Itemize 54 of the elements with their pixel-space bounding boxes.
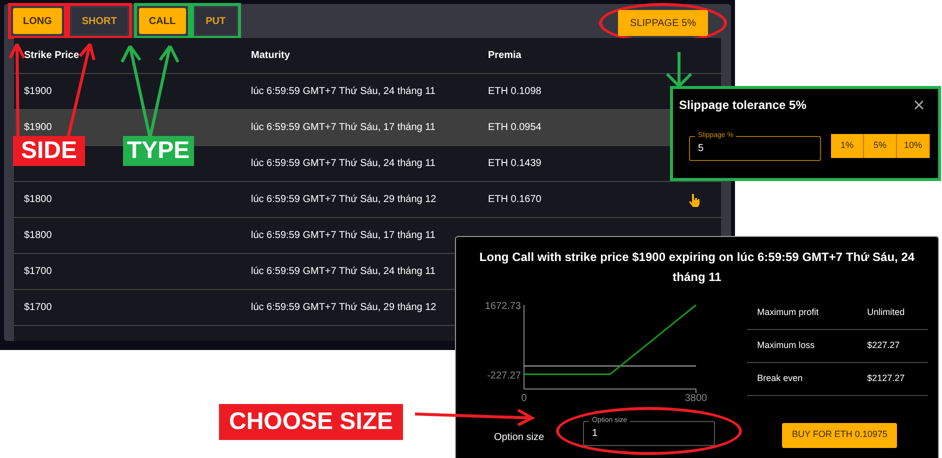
toggle-button[interactable]: CALL <box>138 8 186 34</box>
toggle-button[interactable]: LONG <box>13 8 62 34</box>
table-cell-text: $1700 <box>24 265 52 279</box>
table-row[interactable]: lúc 6:59:59 GMT+7 Thứ Sáu, 29 tháng 12 <box>251 290 445 325</box>
table-cell: ETH 0.1439 <box>488 158 542 169</box>
table-cell: ETH 0.1670 <box>488 194 542 205</box>
column-header: Maturity <box>251 49 291 63</box>
annotation-label: CHOOSE SIZE <box>219 404 404 440</box>
table-cell: ETH 0.1098 <box>488 86 542 97</box>
preset-button[interactable]: 5% <box>864 134 897 158</box>
buy-button[interactable]: BUY FOR ETH 0.10975 <box>782 422 898 448</box>
table-cell-text: $1800 <box>24 229 52 243</box>
axis-label: 0 <box>521 393 527 404</box>
stat-value: $2127.27 <box>867 372 905 386</box>
close-icon[interactable] <box>914 100 924 110</box>
table-row[interactable]: lúc 6:59:59 GMT+7 Thứ Sáu, 24 tháng 11 <box>251 254 445 289</box>
table-cell-text: lúc 6:59:59 GMT+7 Thứ Sáu, 29 tháng 12 <box>251 193 436 207</box>
column-header: Strike Price <box>23 49 80 63</box>
axis-label: 3800 <box>684 393 708 404</box>
table-cell-text: lúc 6:59:59 GMT+7 Thứ Sáu, 24 tháng 11 <box>251 157 436 171</box>
stat-value: $227.27 <box>867 339 900 352</box>
hand-pointer-icon[interactable] <box>688 192 700 206</box>
table-cell-text: $1700 <box>24 301 52 315</box>
table-row[interactable]: lúc 6:59:59 GMT+7 Thứ Sáu, 29 tháng 12 <box>251 182 445 217</box>
toggle-button[interactable]: SHORT <box>72 8 127 34</box>
table-row[interactable]: lúc 6:59:59 GMT+7 Thứ Sáu, 17 tháng 11 <box>251 218 445 253</box>
dialog-title: Long Call with strike price $1900 expiring on lúc 6:59:59 GMT+7 Thứ Sáu, 24 tháng 11 <box>478 249 916 286</box>
preset-button[interactable]: 10% <box>897 134 930 158</box>
table-cell-text: $1900 <box>24 121 52 135</box>
slippage-button[interactable]: SLIPPAGE 5% <box>618 10 708 36</box>
dialog-title: Slippage tolerance 5% <box>679 97 806 114</box>
table-cell-text: lúc 6:59:59 GMT+7 Thứ Sáu, 29 tháng 12 <box>251 301 436 315</box>
annotation-label: TYPE <box>123 136 194 166</box>
table-cell-text: lúc 6:59:59 GMT+7 Thứ Sáu, 24 tháng 11 <box>251 85 436 99</box>
column-header: Premia <box>488 49 522 63</box>
axis-label: -227.27 <box>487 370 521 382</box>
toggle-button[interactable]: PUT <box>196 8 236 34</box>
table-cell-text: $1900 <box>24 85 52 99</box>
table-row[interactable]: lúc 6:59:59 GMT+7 Thứ Sáu, 24 tháng 11 <box>251 74 445 109</box>
stat-value: Unlimited <box>867 306 905 320</box>
table-row[interactable]: lúc 6:59:59 GMT+7 Thứ Sáu, 24 tháng 11 <box>251 146 445 181</box>
table-cell-text: lúc 6:59:59 GMT+7 Thứ Sáu, 17 tháng 11 <box>251 121 436 135</box>
table-cell-text: lúc 6:59:59 GMT+7 Thứ Sáu, 24 tháng 11 <box>251 265 436 279</box>
table-cell-text: lúc 6:59:59 GMT+7 Thứ Sáu, 17 tháng 11 <box>251 229 436 243</box>
annotation-label: SIDE <box>13 136 86 166</box>
table-cell: ETH 0.0954 <box>488 122 542 133</box>
table-cell-text: $1800 <box>24 193 52 207</box>
size-label: Option size <box>494 430 546 444</box>
stat-label: Maximum profit <box>757 306 820 320</box>
preset-button[interactable]: 1% <box>831 134 864 158</box>
table-row[interactable]: lúc 6:59:59 GMT+7 Thứ Sáu, 17 tháng 11 <box>251 110 445 145</box>
axis-label: 1672.73 <box>484 301 521 312</box>
stat-label: Break even <box>757 372 804 386</box>
stat-label: Maximum loss <box>757 339 816 352</box>
